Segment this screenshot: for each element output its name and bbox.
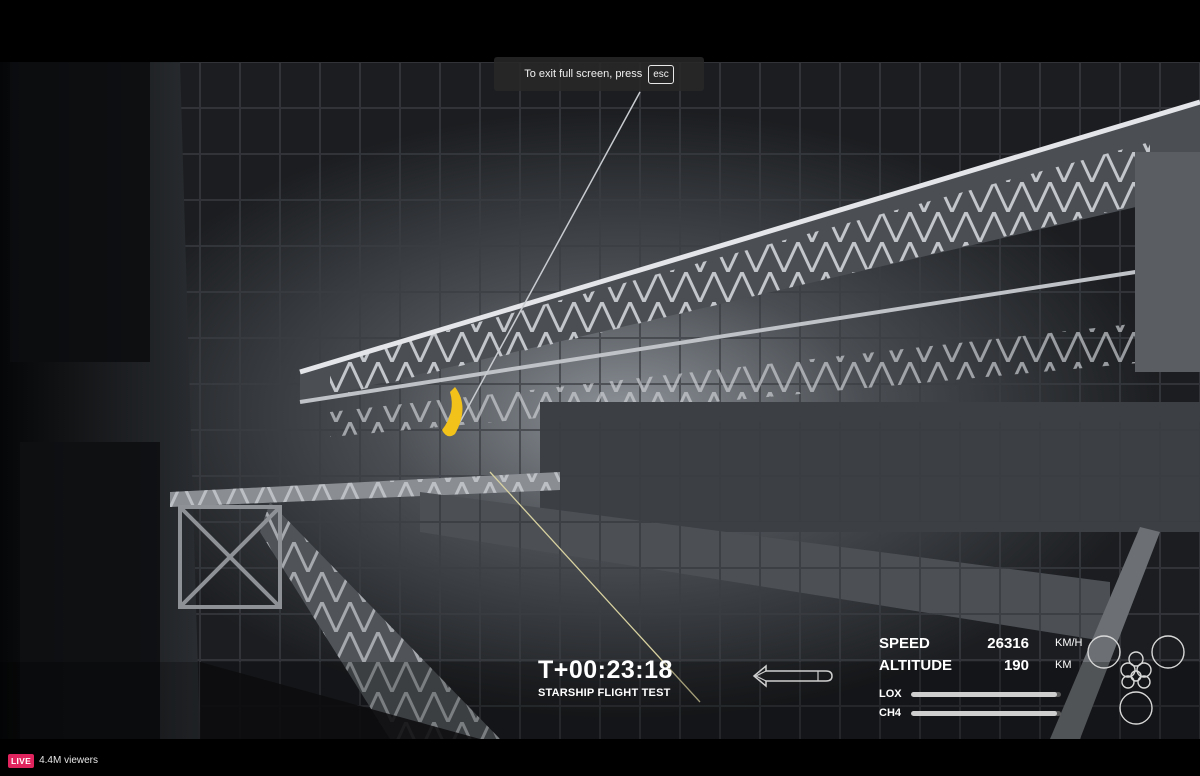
mission-name: STARSHIP FLIGHT TEST [538, 687, 671, 699]
engine-status-icon [1087, 635, 1185, 725]
lox-label: LOX [879, 688, 902, 700]
fullscreen-exit-notice: To exit full screen, press esc [494, 57, 704, 91]
stream-status-bar: LIVE 4.4M viewers [0, 745, 1200, 776]
lox-gauge: LOX [879, 688, 1069, 702]
altitude-value: 190 [1003, 657, 1029, 674]
altitude-label: ALTITUDE [879, 657, 953, 674]
ch4-bar-fill [911, 711, 1057, 716]
altitude-readout: ALTITUDE 190 KM [879, 657, 1072, 677]
ch4-gauge: CH4 [879, 707, 1069, 721]
speed-value: 26316 [987, 635, 1029, 652]
starship-icon [752, 664, 833, 688]
ch4-bar-track [911, 711, 1061, 716]
speed-readout: SPEED 26316 KM/H [879, 635, 1083, 655]
lox-bar-fill [911, 692, 1057, 697]
lox-bar-track [911, 692, 1061, 697]
speed-label: SPEED [879, 635, 930, 652]
viewer-count: 4.4M viewers [39, 755, 98, 766]
live-badge: LIVE [8, 753, 35, 768]
mission-timer: T+00:23:18 [538, 656, 673, 684]
esc-key[interactable]: esc [648, 64, 674, 84]
fullscreen-notice-text: To exit full screen, press [524, 68, 643, 80]
ch4-label: CH4 [879, 707, 902, 719]
